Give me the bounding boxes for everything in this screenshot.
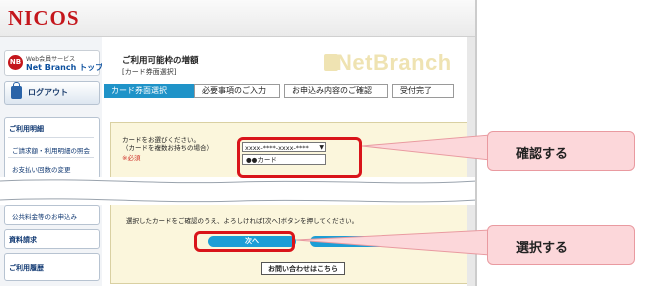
- callout-select-text: 選択する: [516, 241, 569, 256]
- card-select-label-line2: （カードを複数お持ちの場合）: [122, 143, 213, 152]
- netbranch-top-button[interactable]: NB Web会員サービス Net Branch トップ: [4, 50, 104, 76]
- site-header: NICOS: [0, 0, 477, 37]
- page-subtitle: [カード券面選択]: [122, 68, 177, 76]
- nicos-logo[interactable]: NICOS: [8, 6, 80, 31]
- sidebar-item-payment-change[interactable]: お支払い回数の変更: [12, 164, 71, 174]
- netbranch-logo-icon: NB: [8, 55, 23, 70]
- back-button[interactable]: 戻る: [310, 236, 396, 247]
- callout-confirm: 確認する: [487, 131, 635, 171]
- sidebar-menu-usage: ご利用明細 ご請求額・利用明細の照会 お支払い回数の変更: [4, 117, 100, 179]
- callout-select: 選択する: [487, 225, 635, 265]
- step-confirm: お申込み内容のご確認: [284, 84, 388, 98]
- next-button-highlight: [194, 231, 295, 252]
- logout-label: ログアウト: [28, 88, 68, 97]
- scrollbar[interactable]: [467, 37, 475, 286]
- inquiry-button[interactable]: お問い合わせはこちら: [261, 262, 345, 275]
- sidebar-item-usage-details[interactable]: ご利用明細: [9, 124, 44, 134]
- sidebar-item-history[interactable]: ご利用履歴: [9, 263, 44, 273]
- sidebar-menu-utility: 公共料金等のお申込み: [4, 205, 100, 225]
- torn-gap: [0, 177, 477, 205]
- required-mark: ※必須: [122, 154, 141, 162]
- netbranch-label: Net Branch トップ: [26, 63, 104, 72]
- torn-edge-lines: [0, 179, 477, 203]
- frame-edge: [475, 0, 477, 286]
- sidebar-item-billing[interactable]: ご請求額・利用明細の照会: [12, 145, 90, 155]
- sidebar-item-utility[interactable]: 公共料金等のお申込み: [12, 211, 77, 221]
- step-complete: 受付完了: [392, 84, 454, 98]
- sidebar-menu-documents: 資料請求: [4, 229, 100, 249]
- lock-icon: [11, 82, 22, 99]
- page-title: ご利用可能枠の増額: [122, 56, 199, 66]
- sidebar: NB Web会員サービス Net Branch トップ ログアウト ご利用明細 …: [0, 37, 104, 286]
- card-select-highlight: [237, 137, 362, 178]
- logout-button[interactable]: ログアウト: [4, 81, 100, 105]
- step-input: 必要事項のご入力: [194, 84, 280, 98]
- progress-steps: カード券面選択 必要事項のご入力 お申込み内容のご確認 受付完了: [104, 84, 467, 98]
- menu-divider: [8, 157, 94, 158]
- instruction-text: 選択したカードをご確認のうえ、よろしければ[次へ]ボタンを押してください。: [126, 217, 359, 225]
- callout-confirm-text: 確認する: [516, 147, 569, 162]
- card-select-label: カードをお選びください。 （カードを複数お持ちの場合）: [122, 136, 213, 152]
- sidebar-item-documents[interactable]: 資料請求: [9, 235, 37, 245]
- menu-divider: [8, 137, 94, 138]
- netbranch-watermark: NetBranch: [336, 50, 452, 75]
- step-card-select: カード券面選択: [104, 84, 197, 98]
- sidebar-menu-history: ご利用履歴: [4, 253, 100, 281]
